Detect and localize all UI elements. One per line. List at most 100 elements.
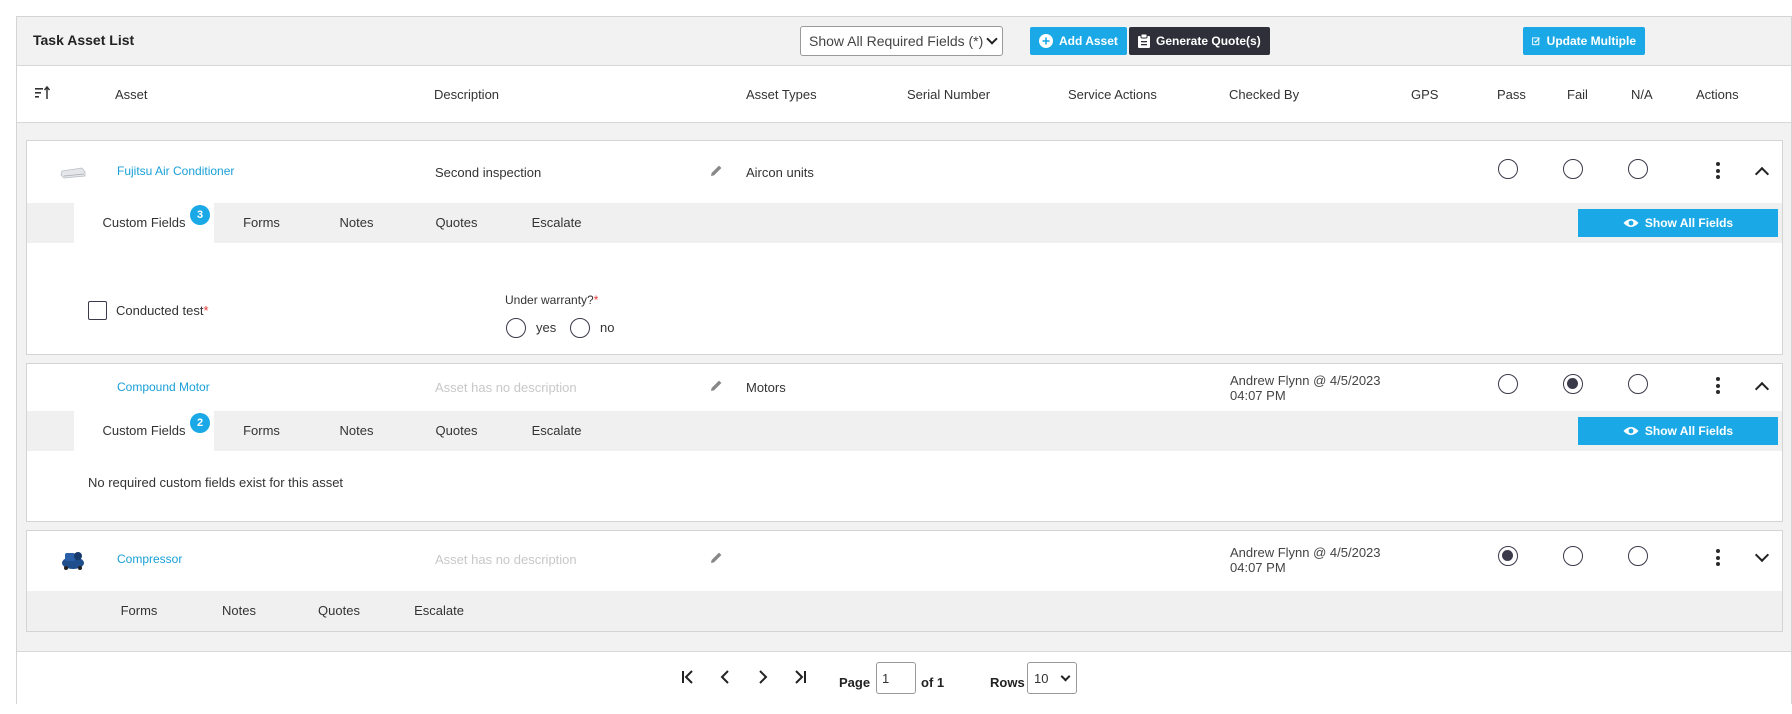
fail-radio[interactable] [1563, 374, 1583, 394]
plus-circle-icon [1039, 34, 1053, 48]
pass-radio[interactable] [1498, 374, 1518, 394]
tab-escalate[interactable]: Escalate [509, 203, 604, 243]
tab-label: Forms [243, 423, 280, 438]
tab-notes[interactable]: Notes [309, 411, 404, 451]
edit-pencil-icon[interactable] [710, 164, 723, 177]
asset-name-link[interactable]: Compressor [117, 552, 182, 566]
last-page-icon[interactable] [793, 670, 807, 684]
column-serial-number[interactable]: Serial Number [907, 87, 990, 102]
no-custom-fields-message: No required custom fields exist for this… [88, 475, 344, 490]
warranty-no-radio[interactable] [570, 318, 590, 338]
compressor-thumbnail [62, 552, 84, 570]
add-asset-label: Add Asset [1059, 34, 1118, 48]
tab-forms[interactable]: Forms [89, 591, 189, 631]
show-all-fields-button[interactable]: Show All Fields [1578, 417, 1778, 445]
asset-name-link[interactable]: Fujitsu Air Conditioner [117, 164, 234, 178]
update-multiple-button[interactable]: Update Multiple [1523, 27, 1645, 55]
edit-pencil-icon[interactable] [710, 379, 723, 392]
page-of-label: of 1 [921, 675, 945, 690]
add-asset-button[interactable]: Add Asset [1030, 27, 1127, 55]
tab-quotes[interactable]: Quotes [404, 411, 509, 451]
asset-card-compressor: Compressor Asset has no description Andr… [26, 530, 1783, 632]
checked-by: Andrew Flynn @ 4/5/2023 04:07 PM [1230, 373, 1381, 403]
fail-radio[interactable] [1563, 159, 1583, 179]
column-service-actions[interactable]: Service Actions [1068, 87, 1157, 102]
tab-label: Forms [243, 215, 280, 230]
filter-select-value: Show All Required Fields (*) [809, 33, 984, 49]
column-gps[interactable]: GPS [1411, 87, 1438, 102]
tab-label: Quotes [435, 423, 478, 438]
tab-label: Forms [120, 603, 158, 618]
na-radio[interactable] [1628, 159, 1648, 179]
checked-by-name-date: Andrew Flynn @ 4/5/2023 [1230, 545, 1381, 560]
chevron-up-icon[interactable] [1754, 381, 1770, 397]
tab-label: Escalate [531, 215, 582, 230]
edit-pencil-icon[interactable] [710, 551, 723, 564]
na-radio[interactable] [1628, 374, 1648, 394]
more-actions-icon[interactable] [1716, 549, 1720, 569]
asset-row: Fujitsu Air Conditioner Second inspectio… [27, 141, 1782, 203]
tab-escalate[interactable]: Escalate [509, 411, 604, 451]
column-checked-by[interactable]: Checked By [1229, 87, 1299, 102]
more-actions-icon[interactable] [1716, 162, 1720, 182]
custom-fields-count-badge: 3 [190, 205, 210, 225]
chevron-up-icon[interactable] [1754, 166, 1770, 182]
column-asset-types[interactable]: Asset Types [746, 87, 817, 102]
rows-per-page-value: 10 [1034, 671, 1049, 686]
under-warranty-text: Under warranty? [505, 293, 594, 307]
previous-page-icon[interactable] [720, 670, 730, 684]
first-page-icon[interactable] [681, 670, 695, 684]
conducted-test-checkbox[interactable] [88, 301, 107, 320]
tab-escalate[interactable]: Escalate [389, 591, 489, 631]
rows-per-page-select[interactable]: 10 [1027, 662, 1077, 694]
more-actions-icon[interactable] [1716, 377, 1720, 397]
chevron-down-icon [1060, 671, 1071, 682]
asset-tabs: Forms Notes Quotes Escalate [27, 591, 1782, 631]
tab-quotes[interactable]: Quotes [404, 203, 509, 243]
column-description[interactable]: Description [434, 87, 499, 102]
conducted-test-text: Conducted test [116, 303, 204, 318]
tab-label: Quotes [435, 215, 478, 230]
tab-notes[interactable]: Notes [309, 203, 404, 243]
column-asset[interactable]: Asset [115, 87, 148, 102]
show-all-fields-button[interactable]: Show All Fields [1578, 209, 1778, 237]
air-conditioner-thumbnail [60, 167, 86, 179]
asset-row: Compressor Asset has no description Andr… [27, 531, 1782, 591]
generate-quotes-label: Generate Quote(s) [1156, 34, 1261, 48]
tab-forms[interactable]: Forms [214, 411, 309, 451]
pagination-bar: Page 1 of 1 Rows 10 [17, 651, 1791, 704]
tab-label: Custom Fields [102, 215, 186, 230]
chevron-down-icon[interactable] [1754, 547, 1770, 563]
checked-by: Andrew Flynn @ 4/5/2023 04:07 PM [1230, 545, 1381, 575]
asset-tabs: Custom Fields 3 Forms Notes Quotes Escal… [27, 203, 1782, 243]
asset-row: Compound Motor Asset has no description … [27, 364, 1782, 412]
tab-label: Notes [339, 423, 374, 438]
required-fields-filter-select[interactable]: Show All Required Fields (*) [800, 26, 1003, 56]
asset-type: Motors [746, 380, 786, 395]
eye-icon [1623, 219, 1639, 227]
tab-label: Escalate [531, 423, 582, 438]
page-label: Page [839, 675, 871, 690]
tab-notes[interactable]: Notes [189, 591, 289, 631]
tab-quotes[interactable]: Quotes [289, 591, 389, 631]
rows-label: Rows [990, 675, 1025, 690]
pass-radio[interactable] [1498, 159, 1518, 179]
tab-forms[interactable]: Forms [214, 203, 309, 243]
next-page-icon[interactable] [758, 670, 768, 684]
custom-fields-count-badge: 2 [190, 413, 210, 433]
checklist-icon [1532, 37, 1540, 46]
asset-name-link[interactable]: Compound Motor [117, 380, 210, 394]
tab-custom-fields[interactable]: Custom Fields 3 [74, 203, 214, 243]
update-multiple-label: Update Multiple [1546, 34, 1636, 48]
warranty-yes-radio[interactable] [506, 318, 526, 338]
page-number-input[interactable]: 1 [876, 662, 916, 694]
tab-custom-fields[interactable]: Custom Fields 2 [74, 411, 214, 451]
asset-description: Asset has no description [435, 552, 577, 567]
na-radio[interactable] [1628, 546, 1648, 566]
pass-radio[interactable] [1498, 546, 1518, 566]
show-all-fields-label: Show All Fields [1644, 424, 1734, 438]
generate-quotes-button[interactable]: Generate Quote(s) [1129, 27, 1270, 55]
table-header: Asset Description Asset Types Serial Num… [17, 66, 1791, 123]
sort-icon[interactable] [35, 86, 51, 100]
fail-radio[interactable] [1563, 546, 1583, 566]
